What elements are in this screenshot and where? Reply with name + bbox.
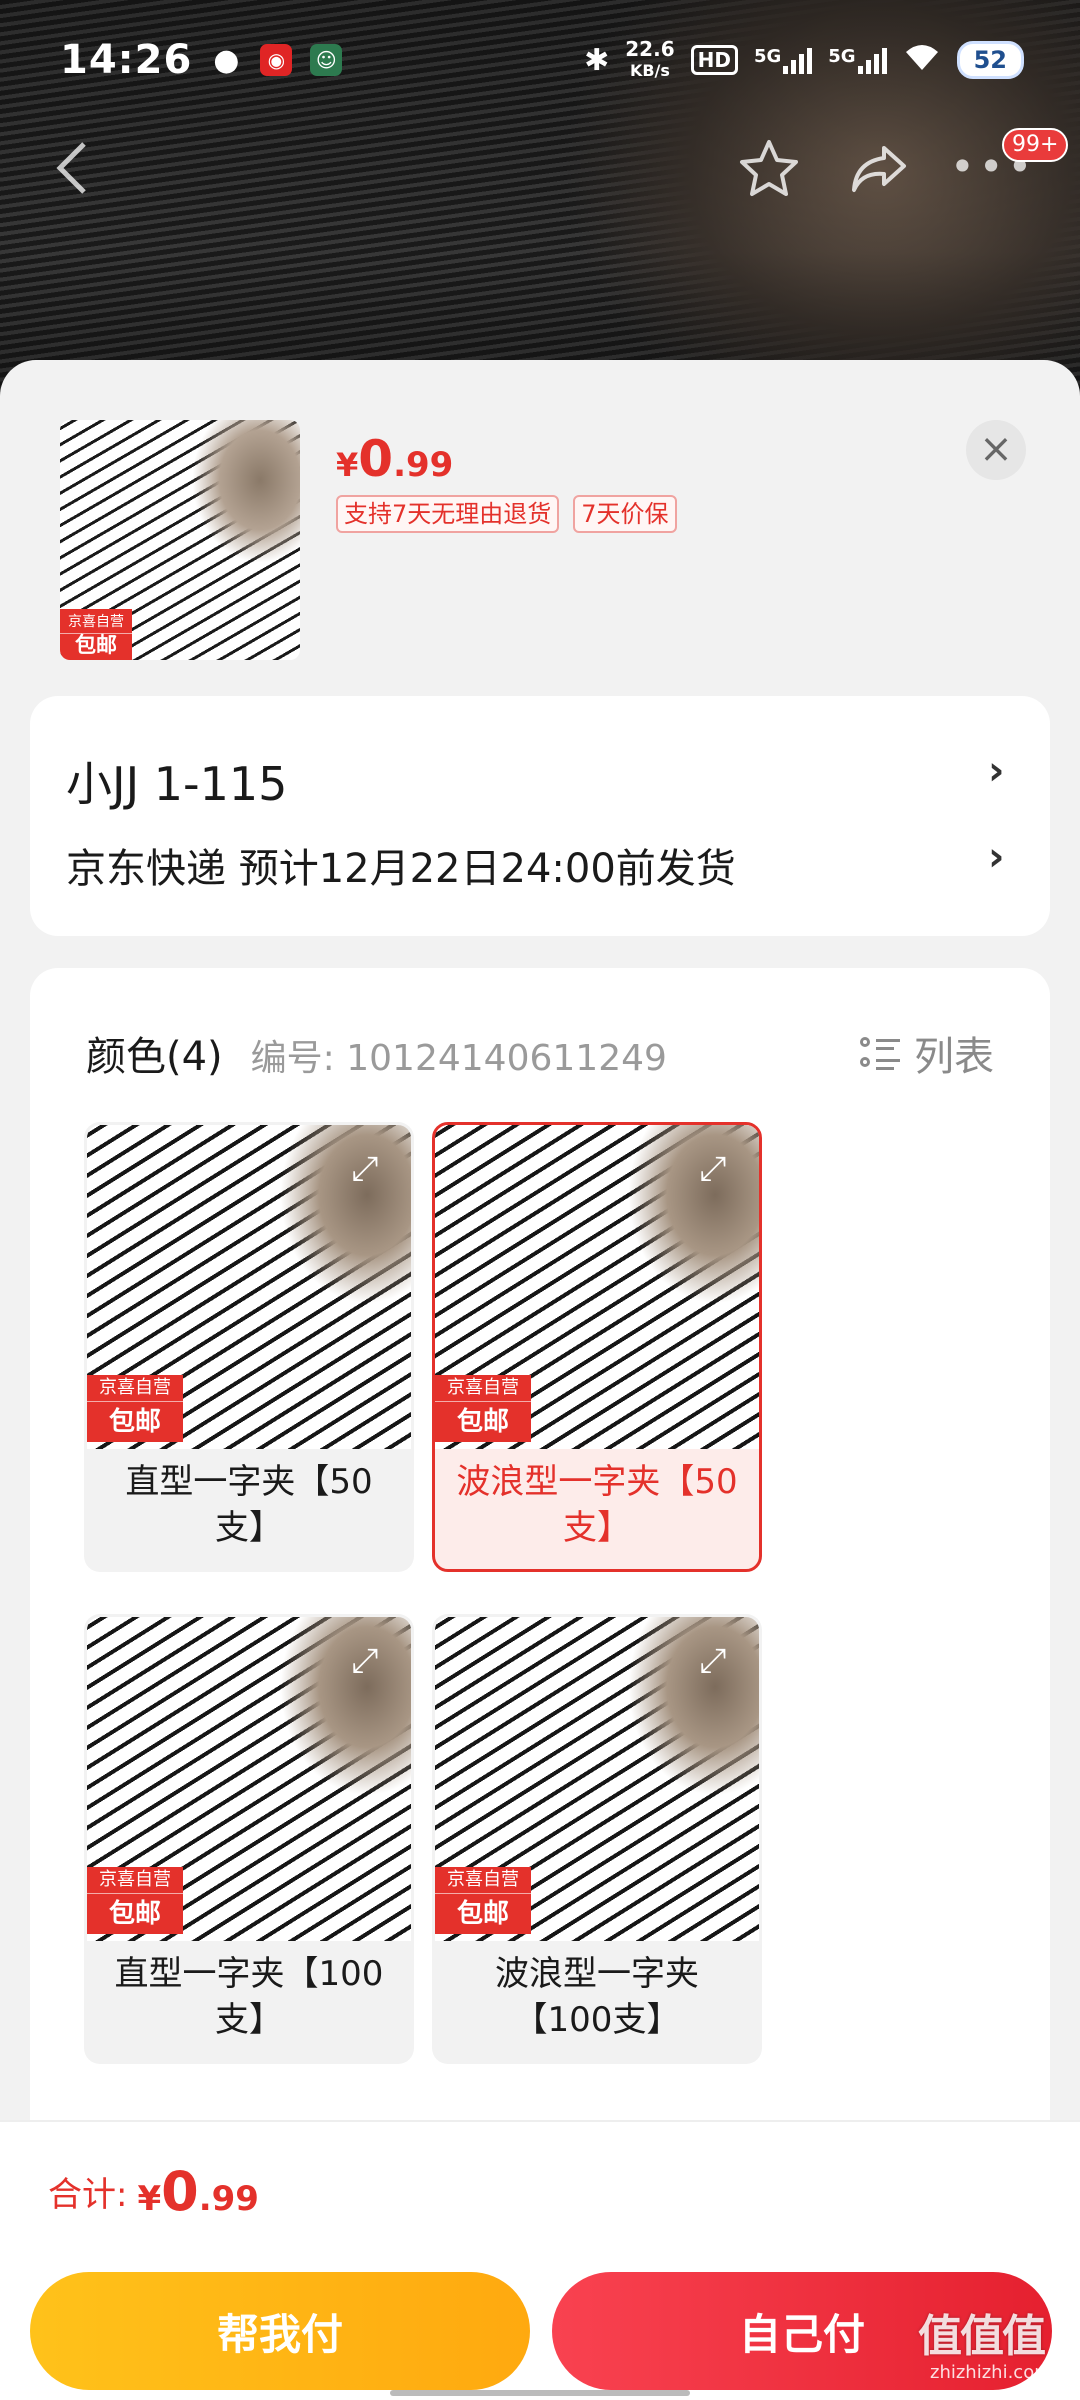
expand-icon[interactable]: ⤢	[347, 1643, 383, 1679]
address-card[interactable]: 小JJ 1-115 › 京东快递 预计12月22日24:00前发货 ›	[30, 696, 1050, 936]
help-me-pay-button[interactable]: 帮我付	[30, 2272, 530, 2390]
option-label: 直型一字夹【100支】	[114, 1954, 384, 2040]
jingxi-free-shipping-badge: 京喜自营 包邮	[435, 1375, 531, 1442]
status-time: 14:26	[60, 37, 193, 83]
return-policy-tag: 支持7天无理由退货	[336, 495, 560, 533]
spec-title: 颜色(4)	[86, 1034, 223, 1080]
spec-header: 颜色(4) 编号: 10124140611249 列表	[86, 1024, 994, 1084]
list-icon	[860, 1035, 900, 1071]
header-actions: ••• 99+	[0, 128, 1080, 210]
bluetooth-icon: ✱	[584, 42, 610, 78]
chevron-right-icon[interactable]: ›	[988, 748, 1004, 794]
product-thumbnail[interactable]: 京喜自营 包邮	[60, 420, 300, 660]
app-notification-icon: ☺	[310, 44, 343, 76]
total-bar: 合计: ¥0.99	[0, 2120, 1080, 2260]
share-icon[interactable]	[846, 136, 912, 202]
recipient-info: 小JJ 1-115	[66, 757, 288, 811]
list-view-label: 列表	[914, 1034, 994, 1080]
wifi-icon	[903, 42, 941, 78]
service-tags: 支持7天无理由退货 7天价保	[336, 495, 677, 533]
jingxi-free-shipping-badge: 京喜自营 包邮	[87, 1375, 183, 1442]
product-summary: 京喜自营 包邮 ¥0.99 支持7天无理由退货 7天价保 ×	[0, 360, 1080, 680]
jingxi-free-shipping-badge: 京喜自营 包邮	[87, 1867, 183, 1934]
home-indicator[interactable]	[390, 2390, 690, 2396]
close-icon[interactable]: ×	[966, 420, 1026, 480]
network-speed: 22.6 KB/s	[625, 37, 675, 80]
site-watermark-domain: zhizhizhi.com	[930, 2362, 1052, 2383]
hd-voice-icon: HD	[690, 45, 738, 75]
list-view-toggle[interactable]: 列表	[860, 1024, 994, 1082]
option-label: 波浪型一字夹【100支】	[495, 1954, 699, 2040]
spec-option-straight-50[interactable]: 京喜自营 包邮 ⤢ 直型一字夹【50支】	[84, 1122, 414, 1572]
product-price: ¥0.99	[336, 430, 454, 488]
message-count-badge: 99+	[1002, 128, 1069, 162]
spec-option-straight-100[interactable]: 京喜自营 包邮 ⤢ 直型一字夹【100支】	[84, 1614, 414, 2064]
jingxi-free-shipping-badge: 京喜自营 包邮	[435, 1867, 531, 1934]
battery-indicator: 52	[956, 41, 1024, 79]
star-icon[interactable]	[736, 136, 802, 202]
site-watermark: 值值值	[918, 2311, 1046, 2362]
delivery-estimate: 京东快递 预计12月22日24:00前发货	[66, 846, 736, 892]
total-price: ¥0.99	[137, 2159, 259, 2223]
total-label: 合计:	[48, 2174, 128, 2215]
expand-icon[interactable]: ⤢	[695, 1643, 731, 1679]
spec-option-wave-50[interactable]: 京喜自营 包邮 ⤢ 波浪型一字夹【50支】	[432, 1122, 762, 1572]
jingxi-free-shipping-badge: 京喜自营 包邮	[60, 609, 132, 660]
netease-music-icon: ◉	[260, 44, 293, 76]
spec-card: 颜色(4) 编号: 10124140611249 列表 京喜自营 包邮 ⤢ 直型…	[30, 968, 1050, 2148]
expand-icon[interactable]: ⤢	[347, 1151, 383, 1187]
option-label: 波浪型一字夹【50支】	[456, 1462, 738, 1548]
chat-notification-icon: ●	[213, 42, 240, 78]
price-protection-tag: 7天价保	[573, 495, 677, 533]
chevron-left-icon[interactable]	[52, 138, 112, 198]
signal-5g-icon-2: 5G	[828, 46, 887, 74]
spec-option-wave-100[interactable]: 京喜自营 包邮 ⤢ 波浪型一字夹【100支】	[432, 1614, 762, 2064]
chevron-right-icon[interactable]: ›	[988, 834, 1004, 880]
product-code: 编号: 10124140611249	[250, 1038, 667, 1079]
option-label: 直型一字夹【50支】	[125, 1462, 373, 1548]
expand-icon[interactable]: ⤢	[695, 1151, 731, 1187]
signal-5g-icon: 5G	[754, 46, 813, 74]
status-bar: 14:26 ● ◉ ☺ ✱ 22.6 KB/s HD 5G 5G 52	[0, 0, 1080, 120]
sku-selection-sheet: 京喜自营 包邮 ¥0.99 支持7天无理由退货 7天价保 × 小JJ 1-115…	[0, 360, 1080, 2400]
